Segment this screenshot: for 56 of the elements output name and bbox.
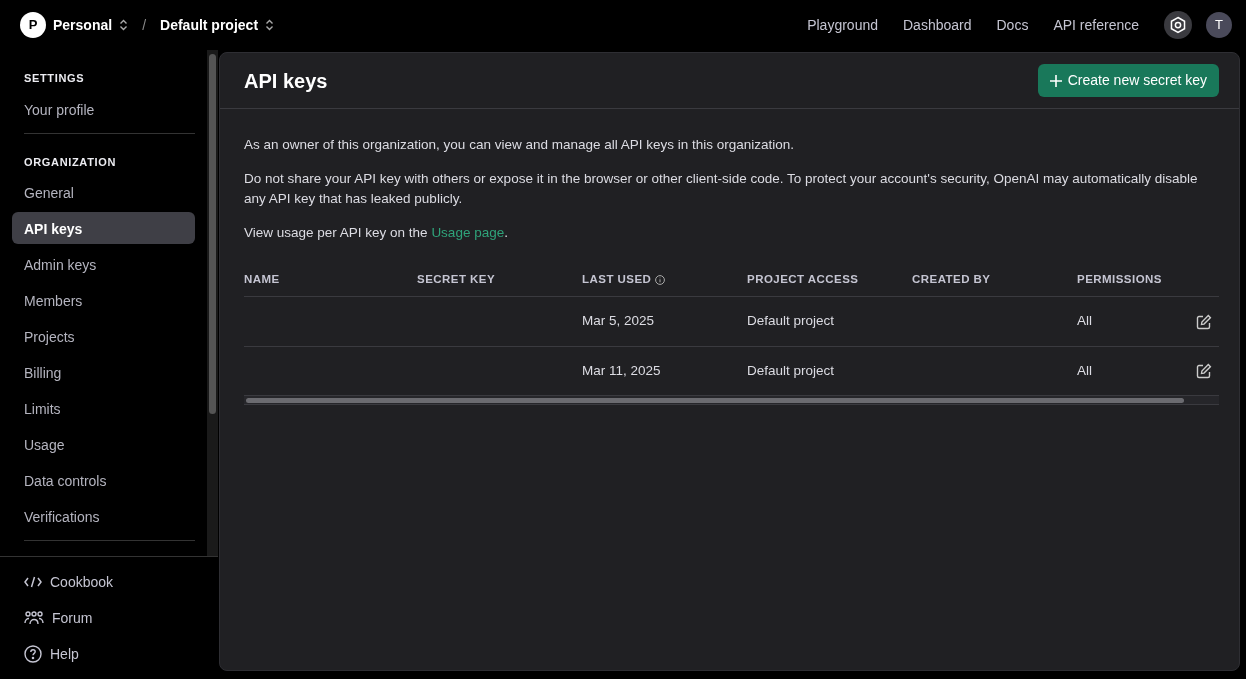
column-header: PERMISSIONS [1077, 272, 1162, 287]
people-icon [24, 611, 44, 625]
edit-icon[interactable] [1196, 362, 1212, 379]
user-avatar[interactable]: T [1206, 12, 1232, 38]
table-cell: Mar 11, 2025 [582, 362, 661, 378]
sidebar-item[interactable]: Limits [12, 392, 195, 424]
footer-link[interactable]: Help [0, 636, 218, 672]
settings-icon [1169, 16, 1187, 34]
footer-link[interactable]: Cookbook [0, 564, 218, 600]
table-cell: All [1077, 313, 1092, 329]
settings-button[interactable] [1164, 11, 1192, 39]
sidebar-item[interactable]: Verifications [12, 500, 195, 532]
table-cell: Mar 5, 2025 [582, 313, 655, 329]
code-icon [24, 576, 42, 588]
sidebar-item[interactable]: General [12, 176, 195, 208]
section-heading: SETTINGS [23, 71, 86, 86]
chevron-updown-icon [119, 19, 129, 31]
column-header: CREATED BY [912, 272, 991, 287]
column-header: LAST USED [582, 271, 665, 289]
table-cell: Default project [747, 362, 835, 378]
description-text: Do not share your API key with others or expose it in the browser or other client-side code. To protect your account's security, OpenAI may automatically disable any API key that has leaked publicly. [244, 170, 1199, 208]
nav-link[interactable]: Dashboard [903, 14, 972, 36]
sidebar-item[interactable]: Usage [12, 428, 195, 460]
column-header: PROJECT ACCESS [747, 272, 859, 287]
org-avatar[interactable]: P [20, 12, 46, 38]
usage-link[interactable]: Usage page [431, 225, 505, 240]
sidebar-item[interactable]: Data controls [12, 464, 195, 496]
table-cell: Default project [747, 313, 835, 329]
project-switcher[interactable]: Default project [160, 14, 275, 36]
breadcrumb-separator: / [142, 15, 147, 35]
sidebar-item[interactable]: Admin keys [12, 248, 195, 280]
org-switcher[interactable]: Personal [53, 14, 129, 36]
nav-link[interactable]: API reference [1053, 14, 1139, 36]
help-icon [24, 645, 42, 663]
chevron-updown-icon [265, 19, 275, 31]
column-header: NAME [244, 272, 280, 287]
nav-link[interactable]: Playground [807, 14, 878, 36]
scrollbar-thumb[interactable] [246, 397, 1184, 403]
scrollbar-thumb[interactable] [209, 54, 216, 414]
column-header: SECRET KEY [417, 272, 496, 287]
section-heading: ORGANIZATION [23, 154, 118, 170]
info-icon [654, 274, 665, 285]
description-text: As an owner of this organization, you can view and manage all API keys in this organization. [244, 136, 796, 154]
usage-note: View usage per API key on the Usage page. [244, 224, 509, 242]
nav-link[interactable]: Docs [996, 14, 1029, 36]
sidebar-item[interactable]: API keys [12, 212, 195, 244]
table-cell: All [1077, 362, 1092, 378]
sidebar-item[interactable]: Your profile [12, 92, 195, 125]
create-key-button[interactable]: Create new secret key [1037, 64, 1219, 97]
sidebar-item[interactable]: Members [12, 284, 195, 316]
page-title: API keys [244, 68, 328, 93]
sidebar-item[interactable]: Billing [12, 356, 195, 388]
footer-link[interactable]: Forum [0, 600, 218, 636]
plus-icon [1049, 74, 1062, 87]
sidebar-item[interactable]: Projects [12, 320, 195, 352]
edit-icon[interactable] [1196, 313, 1212, 330]
